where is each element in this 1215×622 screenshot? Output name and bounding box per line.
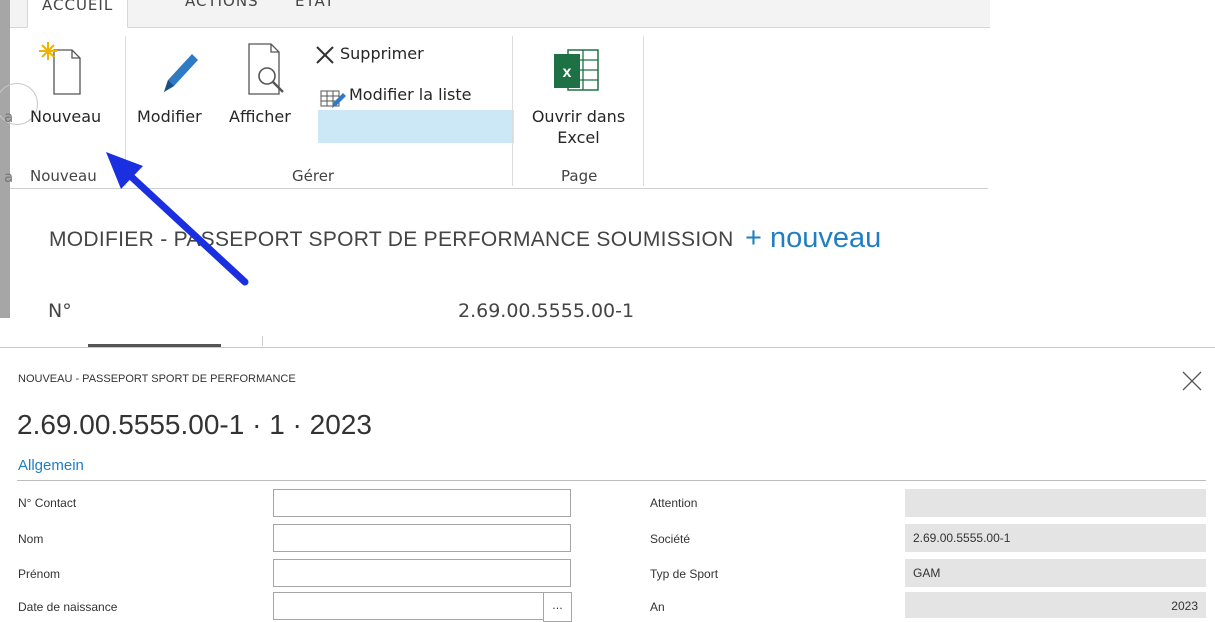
close-icon[interactable]	[1181, 370, 1203, 392]
prenom-input[interactable]	[273, 559, 571, 587]
no-contact-input[interactable]	[273, 489, 571, 517]
label-nom: Nom	[18, 532, 44, 546]
nom-input[interactable]	[273, 524, 571, 552]
dialog-subtitle: NOUVEAU - PASSEPORT SPORT DE PERFORMANCE	[18, 373, 296, 385]
label-prenom: Prénom	[18, 567, 61, 581]
label-typ-sport: Typ de Sport	[650, 567, 719, 581]
an-field: 2023	[905, 592, 1206, 618]
label-date-naissance: Date de naissance	[18, 600, 118, 614]
section-divider	[17, 480, 1206, 481]
date-naissance-input[interactable]	[273, 592, 544, 620]
cut-off-tick	[262, 336, 263, 346]
label-no-contact: N° Contact	[18, 496, 77, 510]
cut-off-tab-fragment	[49, 336, 69, 344]
blue-annotation-arrow	[106, 152, 249, 286]
societe-field: 2.69.00.5555.00-1	[905, 524, 1206, 552]
section-allgemein[interactable]: Allgemein	[18, 457, 84, 474]
typ-sport-field: GAM	[905, 559, 1206, 587]
label-societe: Société	[650, 532, 691, 546]
label-an: An	[650, 600, 665, 614]
ribbon-screenshot: ACCUEIL ACTIONS ÉTAT a a Nouveau Modifie…	[0, 0, 990, 318]
divider	[0, 347, 1215, 348]
attention-field	[905, 489, 1206, 517]
label-attention: Attention	[650, 496, 698, 510]
dialog-title: 2.69.00.5555.00-1 · 1 · 2023	[17, 409, 372, 440]
